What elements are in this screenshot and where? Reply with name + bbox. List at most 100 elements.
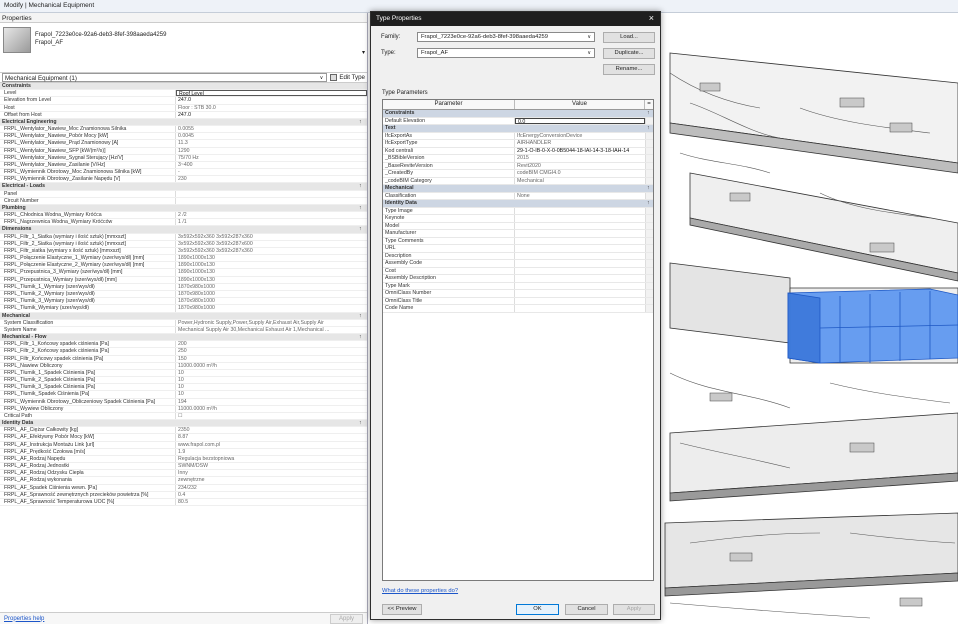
property-value[interactable]: 75/70 Hz xyxy=(176,155,367,161)
rename-button[interactable]: Rename... xyxy=(603,64,655,75)
property-row[interactable]: FRPL_Filtr_1_Końcowy spadek ciśnienia [P… xyxy=(0,341,367,349)
property-value[interactable] xyxy=(176,191,367,197)
property-row[interactable]: FRPL_Filtr_2_Siatka (wymiary i ilość szt… xyxy=(0,240,367,248)
property-value[interactable] xyxy=(515,260,645,267)
group-header[interactable]: Mechanical - Flow ↑ xyxy=(0,334,367,342)
property-row[interactable]: FRPL_Wymiennik Obrotowy_Zasilanie Napędu… xyxy=(0,176,367,184)
property-row[interactable]: FRPL_Tłumik_3_Wymiary (szer/wys/dł) 1870x… xyxy=(0,298,367,306)
property-row[interactable]: Panel xyxy=(0,190,367,198)
property-value[interactable] xyxy=(515,223,645,230)
property-value[interactable]: AIRHANDLER xyxy=(515,140,645,147)
edit-type-button[interactable]: Edit Type xyxy=(330,74,365,81)
formula-cell[interactable] xyxy=(645,222,653,229)
property-row[interactable]: Model xyxy=(383,222,653,230)
property-row[interactable]: FRPL_AF_Spadek Ciśnienia wewn. [Pa] 234/2… xyxy=(0,484,367,492)
property-row[interactable]: Level Roof Level xyxy=(0,90,367,98)
formula-cell[interactable] xyxy=(645,140,653,147)
property-value[interactable]: Mechanical xyxy=(515,178,645,185)
property-value[interactable]: 8.87 xyxy=(176,434,367,440)
properties-help-link[interactable]: Properties help xyxy=(4,616,44,622)
property-value[interactable]: 10 xyxy=(176,391,367,397)
family-dropdown[interactable]: Frapol_7223e0ce-92a6-deb3-8fef-398aaeda4… xyxy=(417,32,595,42)
group-header[interactable]: Constraints xyxy=(0,83,367,91)
formula-cell[interactable] xyxy=(645,207,653,214)
property-row[interactable]: Type Image xyxy=(383,207,653,215)
property-row[interactable]: _BaseReviteVersion Revit2020 xyxy=(383,162,653,170)
property-row[interactable]: FRPL_AF_Prędkość Czołowa [m/s] 1.9 xyxy=(0,448,367,456)
category-filter-dropdown[interactable]: Mechanical Equipment (1) xyxy=(2,73,328,82)
property-row[interactable]: Host Floor : STB 30.0 xyxy=(0,104,367,112)
property-value[interactable]: 3x592x592x360 3x592x287x360 xyxy=(176,248,367,254)
property-value[interactable]: Mechanical Supply Air 30,Mechanical Exha… xyxy=(176,327,367,333)
property-row[interactable]: Default Elevation 0.0 xyxy=(383,117,653,125)
collapse-icon[interactable]: ↑ xyxy=(645,125,653,132)
property-row[interactable]: FRPL_AF_Rodzaj Odzysku Ciepła Inny xyxy=(0,470,367,478)
property-row[interactable]: FRPL_Połączenie Elastyczne_1_Wymiary (sz… xyxy=(0,255,367,263)
property-row[interactable]: FRPL_AF_Ciężar Całkowity [kg] 2350 xyxy=(0,427,367,435)
formula-cell[interactable] xyxy=(645,177,653,184)
ok-button[interactable]: OK xyxy=(516,604,559,615)
property-row[interactable]: FRPL_AF_Sprawność zewnętrznych przeciekó… xyxy=(0,491,367,499)
property-row[interactable]: Circuit Number xyxy=(0,197,367,205)
property-row[interactable]: FRPL_Filtr_siatka (wymiary x ilość sztuk… xyxy=(0,247,367,256)
group-header[interactable]: Constraints ↑ xyxy=(383,110,653,118)
property-row[interactable]: FRPL_Tłumik_2_Spadek Ciśnienia [Pa] 10 xyxy=(0,377,367,385)
property-row[interactable]: FRPL_Tłumik_1_Spadek Ciśnienia [Pa] 10 xyxy=(0,369,367,378)
property-row[interactable]: OmniClass Number xyxy=(383,290,653,298)
collapse-icon[interactable]: ↑ xyxy=(645,110,653,117)
property-value[interactable]: 0.4 xyxy=(176,492,367,498)
property-row[interactable]: _BSBibleVersion 2015 xyxy=(383,155,653,163)
formula-cell[interactable] xyxy=(645,155,653,162)
property-value[interactable]: 1870x980x1000 xyxy=(176,298,367,304)
property-value[interactable]: 1890x1000x130 xyxy=(176,277,367,283)
property-value[interactable]: www.frapol.com.pl xyxy=(176,442,367,448)
property-row[interactable]: FRPL_AF_Rodzaj Napędu Regulacja bezstopni… xyxy=(0,455,367,464)
property-value[interactable]: None xyxy=(515,193,645,200)
property-value[interactable]: 1890x1000x130 xyxy=(176,262,367,268)
group-header[interactable]: Mechanical ↑ xyxy=(383,185,653,193)
property-row[interactable]: FRPL_Wentylator_Nawiew_Prąd Znamionowy [… xyxy=(0,140,367,148)
property-row[interactable]: FRPL_Wentylator_Nawiew_Sygnał Sterujący … xyxy=(0,154,367,162)
property-row[interactable]: FRPL_Filtr_1_Siatka (wymiary i ilość szt… xyxy=(0,233,367,241)
property-value[interactable] xyxy=(515,275,645,282)
property-row[interactable]: Offset from Host 247.0 xyxy=(0,111,367,119)
property-row[interactable]: FRPL_Wymiennik Obrotowy_Obliczeniowy Spa… xyxy=(0,398,367,406)
property-row[interactable]: Manufacturer xyxy=(383,230,653,238)
property-row[interactable]: Elevation from Level 247.0 xyxy=(0,97,367,105)
collapse-icon[interactable]: ↑ xyxy=(357,226,367,232)
property-value[interactable]: 0.0055 xyxy=(176,126,367,132)
property-row[interactable]: System Name Mechanical Supply Air 30,Mech… xyxy=(0,326,367,335)
property-value[interactable] xyxy=(515,305,645,312)
property-row[interactable]: FRPL_Filtr_Końcowy spadek ciśnienia [Pa]… xyxy=(0,355,367,363)
property-row[interactable]: Code Name xyxy=(383,305,653,313)
property-value[interactable]: 2350 xyxy=(176,427,367,433)
collapse-icon[interactable] xyxy=(357,83,367,89)
property-value[interactable]: Revit2020 xyxy=(515,163,645,170)
property-row[interactable]: FRPL_AF_Efektywny Pobór Mocy [kW] 8.87 xyxy=(0,434,367,442)
formula-cell[interactable] xyxy=(645,267,653,274)
property-row[interactable]: _CreatedBy codeBIM CMGI4.0 xyxy=(383,170,653,178)
property-value[interactable]: 1290 xyxy=(176,148,367,154)
property-row[interactable]: FRPL_AF_Rodzaj Jednostki SWNM/DSW xyxy=(0,463,367,471)
formula-cell[interactable] xyxy=(645,282,653,289)
property-row[interactable]: FRPL_Wywiew Obliczony 11000.0000 m³/h xyxy=(0,405,367,413)
property-value[interactable]: ☐ xyxy=(176,413,367,419)
property-row[interactable]: FRPL_Tłumik_1_Wymiary (szer/wys/dł) 1870x… xyxy=(0,283,367,291)
group-header[interactable]: Electrical - Loads ↑ xyxy=(0,183,367,191)
group-header[interactable]: Dimensions ↑ xyxy=(0,226,367,234)
instance-properties-list[interactable]: Constraints Level Roof Level Elevation from… xyxy=(0,83,367,617)
property-row[interactable]: Cost xyxy=(383,267,653,275)
parameter-column-header[interactable]: Parameter xyxy=(383,100,515,109)
property-value[interactable]: 1870x980x1000 xyxy=(176,291,367,297)
property-value[interactable]: zewnętrzne xyxy=(176,477,367,483)
property-row[interactable]: FRPL_Wentylator_Nawiew_Moc Znamionowa Si… xyxy=(0,126,367,134)
formula-cell[interactable] xyxy=(645,215,653,222)
formula-cell[interactable] xyxy=(645,237,653,244)
property-row[interactable]: FRPL_Przepustnica_3_Wymiary (szer/wys/dł… xyxy=(0,269,367,277)
property-value[interactable]: 80.5 xyxy=(176,499,367,505)
property-value[interactable]: 1890x1000x130 xyxy=(176,255,367,261)
property-row[interactable]: System Classification Power,Hydronic Supp… xyxy=(0,319,367,327)
property-value[interactable] xyxy=(515,253,645,260)
property-value[interactable]: 247.0 xyxy=(176,111,367,118)
property-value[interactable]: IfcEnergyConversionDevice xyxy=(515,133,645,140)
